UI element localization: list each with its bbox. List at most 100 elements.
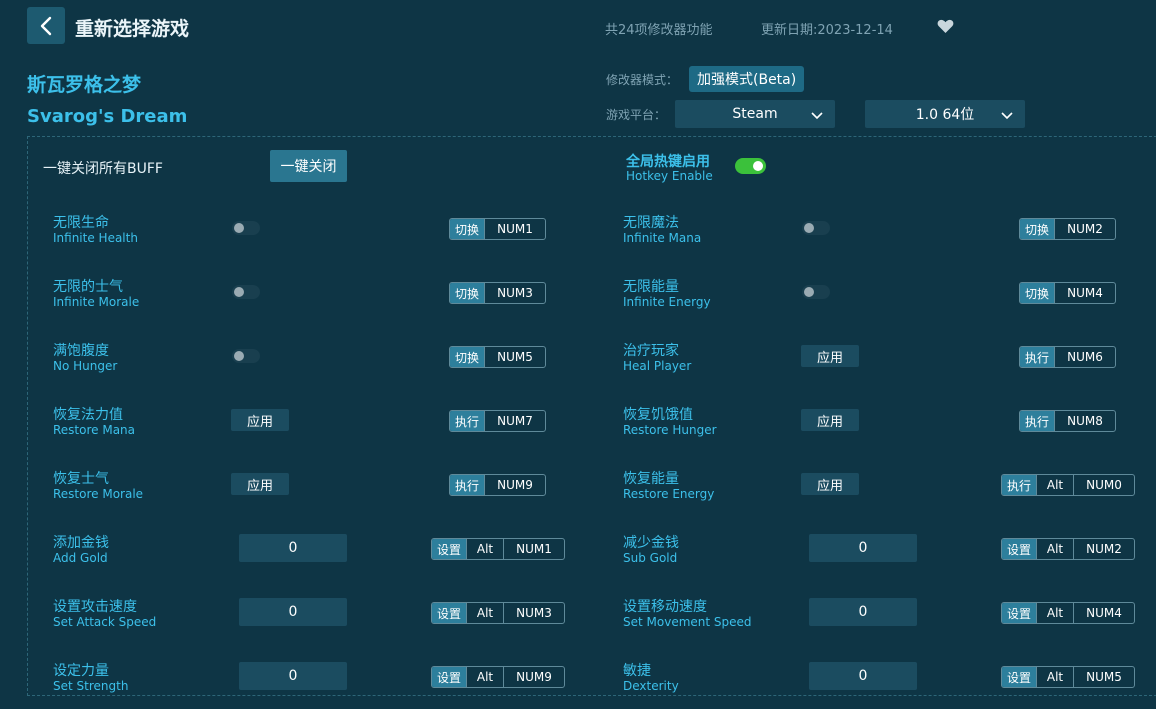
hotkey-action-button[interactable]: 执行 (1020, 347, 1054, 367)
hotkey-key: NUM2 (1073, 539, 1134, 559)
hotkey-action-button[interactable]: 设置 (432, 603, 466, 623)
feature-label-cn: 无限生命 (53, 215, 109, 231)
hotkey-key: NUM3 (503, 603, 564, 623)
platform-label: 游戏平台： (606, 108, 667, 122)
features-panel (27, 136, 1156, 696)
hotkey-group: 切换 NUM1 (449, 218, 546, 240)
apply-button[interactable]: 应用 (801, 345, 859, 367)
hotkey-group: 设置 Alt NUM2 (1001, 538, 1135, 560)
feature-toggle[interactable] (802, 221, 830, 235)
apply-button[interactable]: 应用 (801, 473, 859, 495)
platform-select[interactable]: Steam (675, 100, 835, 128)
feature-toggle[interactable] (802, 285, 830, 299)
heart-icon[interactable] (937, 19, 954, 38)
hotkey-group: 执行 NUM8 (1019, 410, 1116, 432)
hotkey-key: NUM2 (1054, 219, 1115, 239)
hotkey-group: 执行 Alt NUM0 (1001, 474, 1135, 496)
value-input[interactable]: 0 (239, 534, 347, 562)
feature-label-cn: 恢复法力值 (53, 407, 123, 423)
feature-label-en: Add Gold (53, 551, 108, 565)
modifier-key: Alt (1036, 475, 1073, 495)
hotkey-key: NUM4 (1073, 603, 1134, 623)
hotkey-group: 执行 NUM7 (449, 410, 546, 432)
value-input[interactable]: 0 (809, 662, 917, 690)
value-input[interactable]: 0 (809, 534, 917, 562)
feature-label-en: Heal Player (623, 359, 692, 373)
game-name-cn: 斯瓦罗格之梦 (27, 74, 142, 96)
apply-button[interactable]: 应用 (231, 473, 289, 495)
feature-label-cn: 无限的士气 (53, 279, 123, 295)
hotkey-label-cn: 全局热键启用 (626, 154, 710, 170)
hotkey-action-button[interactable]: 设置 (1002, 603, 1036, 623)
close-all-button[interactable]: 一键关闭 (270, 150, 347, 182)
feature-label-cn: 无限能量 (623, 279, 679, 295)
hotkey-action-button[interactable]: 设置 (1002, 667, 1036, 687)
feature-label-en: Restore Mana (53, 423, 136, 437)
platform-value: Steam (732, 106, 778, 122)
hotkey-group: 切换 NUM4 (1019, 282, 1116, 304)
feature-label-cn: 无限魔法 (623, 215, 679, 231)
chevron-down-icon (811, 112, 823, 120)
hotkey-group: 设置 Alt NUM4 (1001, 602, 1135, 624)
mode-label: 修改器模式： (606, 73, 679, 87)
feature-label-en: Restore Energy (623, 487, 715, 501)
apply-button[interactable]: 应用 (801, 409, 859, 431)
feature-label-en: Infinite Mana (623, 231, 702, 245)
feature-label-cn: 满饱腹度 (53, 343, 109, 359)
feature-label-cn: 恢复饥饿值 (623, 407, 693, 423)
hotkey-group: 设置 Alt NUM5 (1001, 666, 1135, 688)
hotkey-group: 切换 NUM3 (449, 282, 546, 304)
feature-toggle[interactable] (232, 285, 260, 299)
game-name-en: Svarog's Dream (27, 106, 188, 127)
feature-label-en: Set Attack Speed (53, 615, 157, 629)
chevron-down-icon (1001, 112, 1013, 120)
hotkey-action-button[interactable]: 设置 (1002, 539, 1036, 559)
feature-label-cn: 设置移动速度 (623, 599, 707, 615)
hotkey-action-button[interactable]: 执行 (1020, 411, 1054, 431)
modifier-key: Alt (466, 667, 503, 687)
feature-count: 共24项修改器功能 (605, 23, 713, 38)
feature-label-en: No Hunger (53, 359, 118, 373)
hotkey-action-button[interactable]: 执行 (450, 411, 484, 431)
hotkey-action-button[interactable]: 设置 (432, 667, 466, 687)
feature-toggle[interactable] (232, 349, 260, 363)
mode-badge[interactable]: 加强模式(Beta) (689, 66, 805, 92)
feature-label-cn: 设置攻击速度 (53, 599, 137, 615)
hotkey-toggle[interactable] (735, 158, 766, 174)
modifier-key: Alt (466, 539, 503, 559)
hotkey-action-button[interactable]: 切换 (1020, 219, 1054, 239)
hotkey-key: NUM1 (503, 539, 564, 559)
hotkey-action-button[interactable]: 切换 (450, 283, 484, 303)
feature-label-cn: 敏捷 (623, 663, 651, 679)
version-value: 1.0 64位 (915, 107, 975, 123)
hotkey-group: 设置 Alt NUM3 (431, 602, 565, 624)
version-select[interactable]: 1.0 64位 (865, 100, 1025, 128)
hotkey-key: NUM5 (484, 347, 545, 367)
hotkey-action-button[interactable]: 切换 (450, 347, 484, 367)
feature-label-en: Infinite Energy (623, 295, 711, 309)
hotkey-label-en: Hotkey Enable (626, 169, 713, 183)
back-button[interactable] (27, 7, 65, 44)
apply-button[interactable]: 应用 (231, 409, 289, 431)
value-input[interactable]: 0 (239, 662, 347, 690)
hotkey-action-button[interactable]: 执行 (1002, 475, 1036, 495)
feature-label-cn: 添加金钱 (53, 535, 109, 551)
hotkey-key: NUM7 (484, 411, 545, 431)
feature-label-en: Restore Hunger (623, 423, 717, 437)
hotkey-action-button[interactable]: 切换 (450, 219, 484, 239)
hotkey-key: NUM6 (1054, 347, 1115, 367)
feature-toggle[interactable] (232, 221, 260, 235)
hotkey-action-button[interactable]: 执行 (450, 475, 484, 495)
hotkey-group: 切换 NUM5 (449, 346, 546, 368)
modifier-key: Alt (1036, 667, 1073, 687)
modifier-key: Alt (1036, 539, 1073, 559)
modifier-key: Alt (466, 603, 503, 623)
hotkey-key: NUM5 (1073, 667, 1134, 687)
feature-label-cn: 恢复能量 (623, 471, 679, 487)
value-input[interactable]: 0 (239, 598, 347, 626)
hotkey-action-button[interactable]: 切换 (1020, 283, 1054, 303)
page-title: 重新选择游戏 (75, 18, 190, 40)
hotkey-action-button[interactable]: 设置 (432, 539, 466, 559)
value-input[interactable]: 0 (809, 598, 917, 626)
feature-label-cn: 设定力量 (53, 663, 109, 679)
